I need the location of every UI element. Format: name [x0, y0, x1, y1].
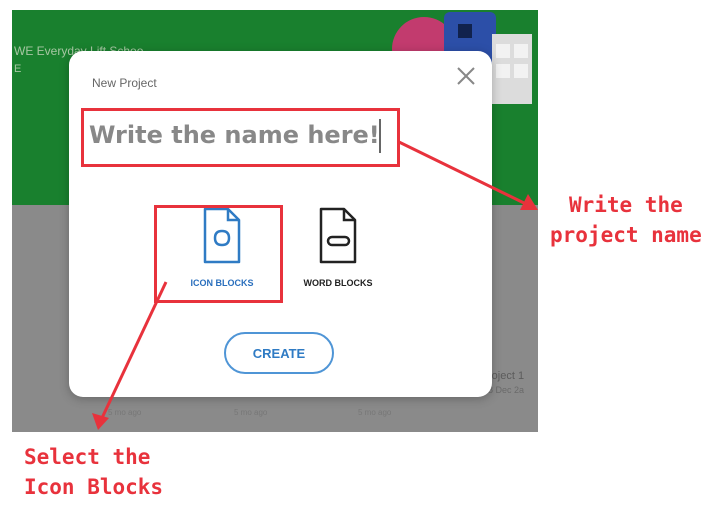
icon-callout-text: Select the Icon Blocks: [24, 445, 164, 499]
name-callout-text: Write the project name: [550, 193, 702, 247]
annotation-arrows: [92, 140, 538, 430]
name-callout-arrow: [398, 140, 538, 210]
icon-callout-arrow: [92, 281, 168, 430]
